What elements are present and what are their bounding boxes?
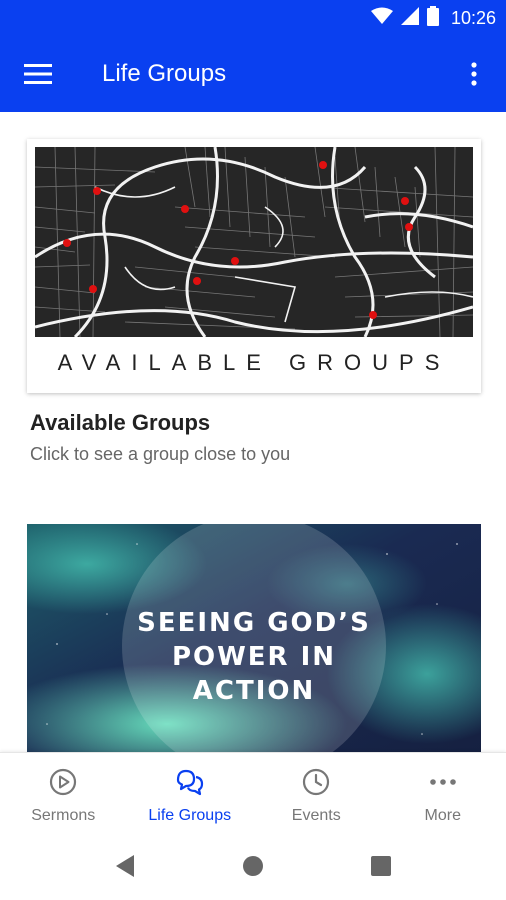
series-title-line: SEEING GOD’S — [137, 608, 371, 638]
recents-button[interactable] — [366, 851, 396, 881]
wifi-icon — [370, 7, 393, 30]
play-circle-icon — [48, 767, 78, 797]
menu-button[interactable] — [18, 54, 58, 94]
series-card-image[interactable]: SEEING GOD’S POWER IN ACTION — [27, 524, 481, 752]
bottom-navigation: Sermons Life Groups Events More — [0, 752, 506, 832]
recents-square-icon — [371, 856, 391, 876]
nav-item-sermons[interactable]: Sermons — [0, 753, 127, 832]
app-screen: 10:26 Life Groups AVAILABLE GROUPS Avail… — [0, 0, 506, 900]
system-navigation-bar — [0, 832, 506, 900]
series-title-line: ACTION — [192, 676, 316, 706]
page-title: Life Groups — [102, 60, 227, 87]
status-time: 10:26 — [450, 7, 496, 28]
hamburger-menu-icon — [24, 64, 52, 84]
available-groups-subtitle: Click to see a group close to you — [30, 444, 291, 464]
nav-label: More — [424, 807, 461, 824]
back-button[interactable] — [110, 851, 140, 881]
map-caption: AVAILABLE GROUPS — [57, 350, 451, 375]
cell-signal-icon — [400, 6, 419, 30]
nav-label: Events — [291, 807, 341, 824]
map-image — [35, 147, 473, 337]
home-circle-icon — [243, 856, 263, 876]
series-title-text: SEEING GOD’S POWER IN ACTION — [27, 606, 481, 708]
app-bar: Life Groups — [0, 36, 506, 112]
nav-item-life-groups[interactable]: Life Groups — [127, 753, 254, 832]
battery-icon — [426, 5, 439, 31]
home-button[interactable] — [238, 851, 268, 881]
more-dots-icon — [428, 767, 458, 797]
nav-item-more[interactable]: More — [380, 753, 506, 832]
available-groups-card-image[interactable]: AVAILABLE GROUPS — [27, 139, 481, 393]
series-title-line: POWER IN — [171, 642, 337, 672]
available-groups-title[interactable]: Available Groups — [30, 410, 210, 436]
nav-item-events[interactable]: Events — [253, 753, 380, 832]
nav-label: Sermons — [31, 807, 96, 824]
status-icons: 10:26 — [370, 5, 496, 31]
status-bar: 10:26 — [0, 0, 506, 36]
nav-label: Life Groups — [148, 807, 232, 824]
chat-bubbles-icon — [175, 767, 205, 797]
overflow-menu-button[interactable] — [454, 54, 494, 94]
clock-icon — [301, 767, 331, 797]
back-triangle-icon — [116, 855, 134, 877]
content-list[interactable]: AVAILABLE GROUPS Available Groups Click … — [0, 112, 506, 752]
vertical-dots-icon — [471, 62, 477, 86]
